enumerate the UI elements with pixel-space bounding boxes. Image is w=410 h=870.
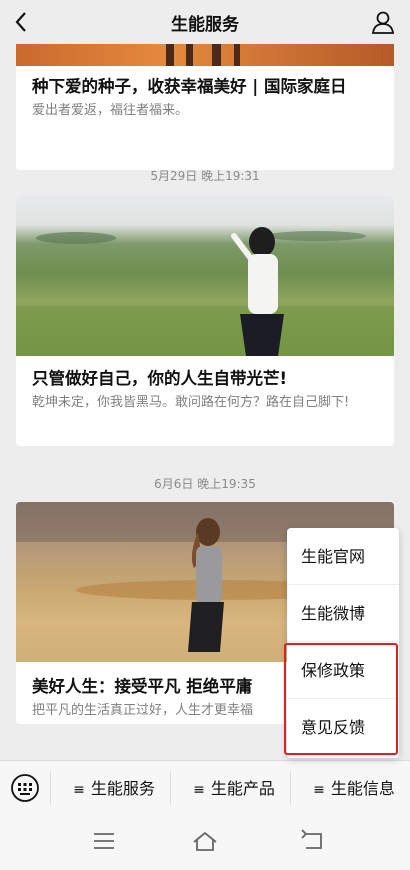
menu-button-info[interactable]: ≡ 生能信息 [304, 775, 404, 799]
menu-button-products[interactable]: ≡ 生能产品 [184, 775, 284, 799]
woman-in-meadow-illustration [16, 227, 394, 356]
menu-icon[interactable] [90, 828, 118, 854]
article-summary: 乾坤未定，你我皆黑马。敢问路在何方？路在自己脚下! [32, 395, 350, 410]
menu-lines-icon: ≡ [313, 782, 325, 798]
menu-item-weibo[interactable]: 生能微博 [287, 585, 399, 642]
article-card[interactable]: 种下爱的种子，收获幸福美好 | 国际家庭日 爱出者爱返，福往者福来。 [16, 44, 394, 170]
menu-item-feedback[interactable]: 意见反馈 [287, 699, 399, 756]
menu-divider [170, 771, 171, 805]
article-title: 只管做好自己，你的人生自带光芒! [32, 369, 288, 388]
article-cover-image [16, 196, 394, 356]
menu-button-label: 生能信息 [330, 779, 395, 798]
keyboard-icon[interactable] [10, 773, 40, 803]
person-icon[interactable] [370, 9, 396, 35]
menu-lines-icon: ≡ [73, 782, 85, 798]
home-icon[interactable] [191, 828, 219, 854]
custom-menu-bar: ≡ 生能服务 ≡ 生能产品 ≡ 生能信息 [0, 760, 410, 814]
menu-button-label: 生能服务 [90, 779, 155, 798]
menu-divider [290, 771, 291, 805]
back-icon[interactable] [298, 828, 326, 854]
menu-button-label: 生能产品 [210, 779, 275, 798]
article-timestamp: 6月6日 晚上19:35 [154, 477, 256, 491]
article-cover-image [16, 44, 394, 66]
page-title: 生能服务 [171, 15, 239, 35]
menu-item-warranty-policy[interactable]: 保修政策 [287, 642, 399, 699]
menu-item-official-site[interactable]: 生能官网 [287, 528, 399, 585]
submenu-popup: 生能官网 生能微博 保修政策 意见反馈 [287, 528, 399, 758]
silhouettes-icon [166, 44, 240, 66]
menu-lines-icon: ≡ [193, 782, 205, 798]
article-timestamp: 5月29日 晚上19:31 [150, 169, 260, 183]
article-title: 种下爱的种子，收获幸福美好 | 国际家庭日 [32, 77, 347, 96]
article-summary: 爱出者爱返，福往者福来。 [32, 103, 189, 118]
article-card[interactable]: 只管做好自己，你的人生自带光芒! 乾坤未定，你我皆黑马。敢问路在何方？路在自己脚… [16, 196, 394, 446]
top-bar: 生能服务 [0, 0, 410, 44]
system-nav-bar [0, 814, 410, 870]
menu-divider [50, 771, 51, 805]
menu-button-service[interactable]: ≡ 生能服务 [64, 775, 164, 799]
